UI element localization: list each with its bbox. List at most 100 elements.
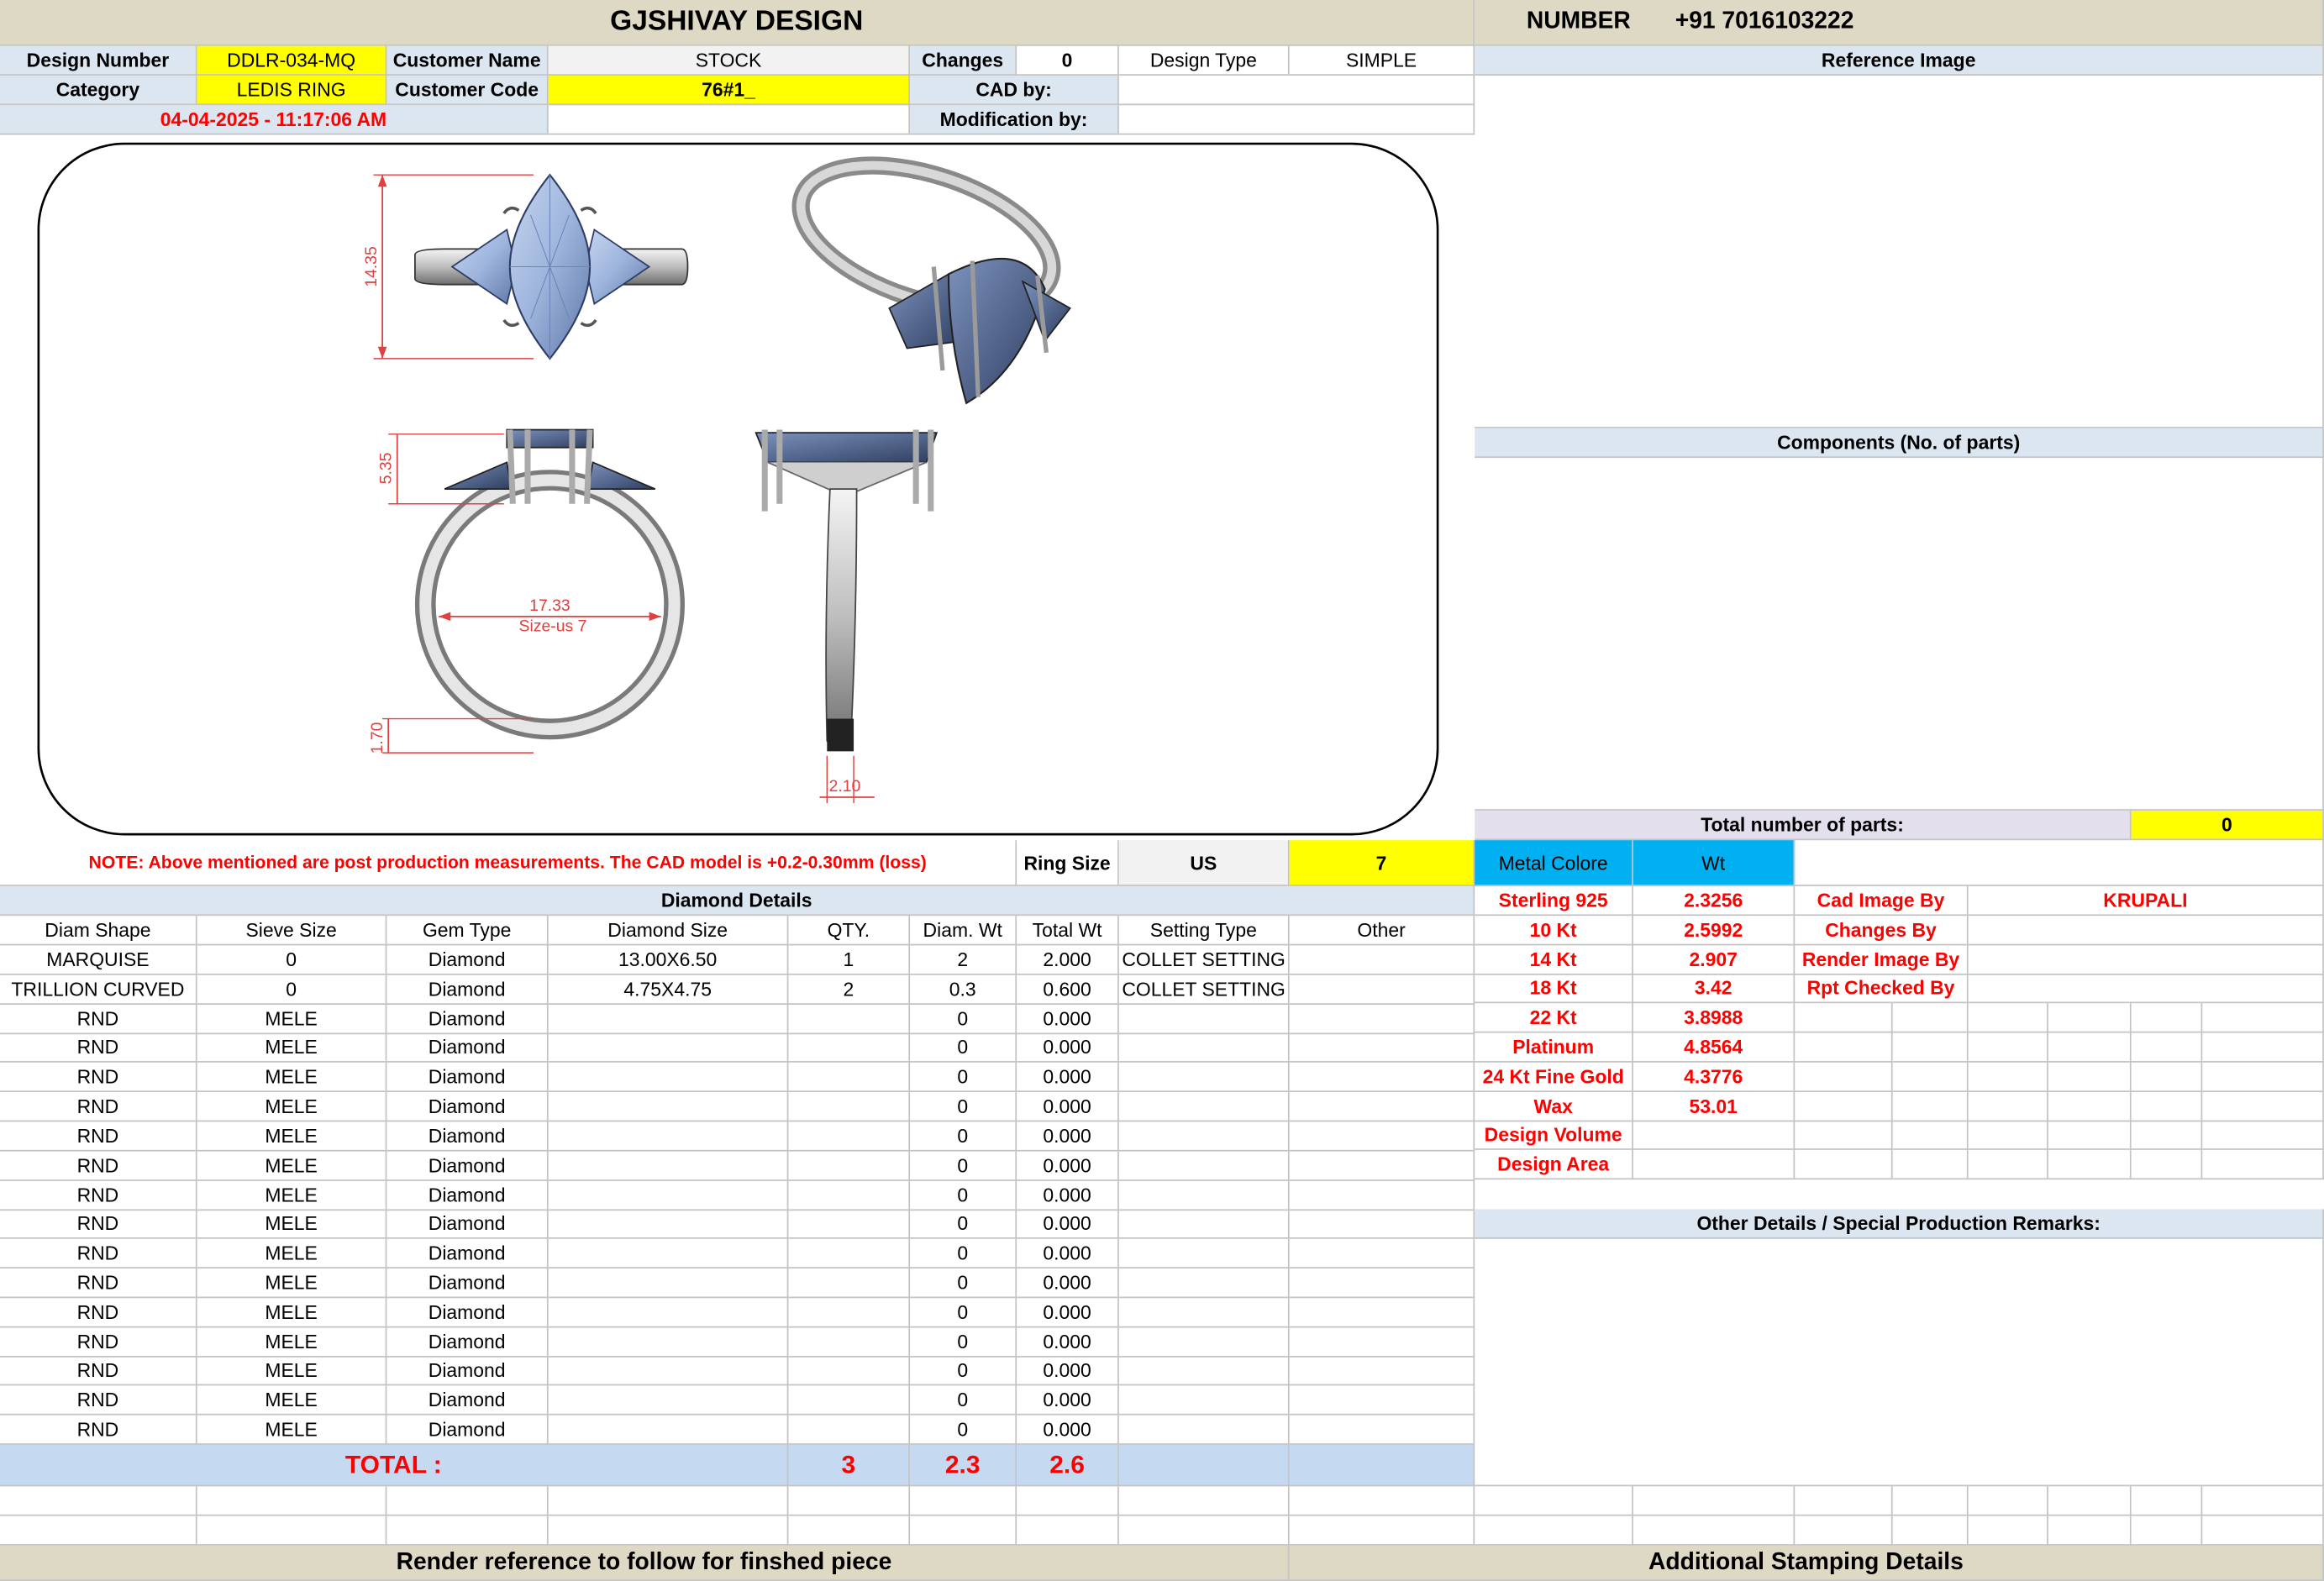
diam-wt-cell[interactable]: 0 <box>910 1239 1017 1269</box>
diamond-size-cell[interactable] <box>548 1415 789 1446</box>
blank-cell[interactable] <box>1118 1515 1290 1546</box>
blank-cell[interactable] <box>1795 1515 1893 1546</box>
blank-cell[interactable] <box>197 1486 387 1516</box>
sieve-size-cell[interactable]: MELE <box>197 1297 387 1328</box>
qty-cell[interactable] <box>788 1326 911 1358</box>
total-wt-cell[interactable]: 0.000 <box>1017 1326 1119 1358</box>
modification-value[interactable] <box>1118 105 1475 135</box>
diam-shape-cell[interactable]: RND <box>0 1092 197 1122</box>
other-cell[interactable] <box>1289 1415 1475 1446</box>
diamond-size-cell[interactable] <box>548 1239 789 1269</box>
setting-type-cell[interactable] <box>1118 1180 1290 1211</box>
metal-wt-cell[interactable]: 2.5992 <box>1633 915 1796 946</box>
diam-shape-cell[interactable]: MARQUISE <box>0 945 197 975</box>
gem-type-cell[interactable]: Diamond <box>386 974 549 1005</box>
blank-cell[interactable] <box>1633 1515 1796 1546</box>
design-number-value[interactable]: DDLR-034-MQ <box>197 45 387 76</box>
blank-cell[interactable] <box>2202 1515 2324 1546</box>
diam-shape-cell[interactable]: RND <box>0 1415 197 1446</box>
total-wt-cell[interactable]: 0.000 <box>1017 1356 1119 1387</box>
diam-shape-cell[interactable]: RND <box>0 1210 197 1240</box>
blank-cell[interactable] <box>1475 1486 1633 1516</box>
blank-cell[interactable] <box>1017 1486 1119 1516</box>
credit-value-cell[interactable] <box>1968 974 2324 1004</box>
diam-wt-cell[interactable]: 0 <box>910 1180 1017 1211</box>
total-wt-cell[interactable]: 0.000 <box>1017 1004 1119 1034</box>
qty-cell[interactable] <box>788 1268 911 1299</box>
gem-type-cell[interactable]: Diamond <box>386 1297 549 1328</box>
blank-cell[interactable] <box>1633 1486 1796 1516</box>
setting-type-cell[interactable] <box>1118 1268 1290 1299</box>
design-type-value[interactable]: SIMPLE <box>1289 45 1475 76</box>
metal-wt-cell[interactable]: 4.3776 <box>1633 1062 1796 1092</box>
other-cell[interactable] <box>1289 945 1475 975</box>
qty-cell[interactable] <box>788 1385 911 1416</box>
blank-cell[interactable] <box>1892 1515 1969 1546</box>
blank-cell[interactable] <box>2202 1486 2324 1516</box>
sieve-size-cell[interactable]: MELE <box>197 1268 387 1299</box>
other-details-box[interactable] <box>1475 1238 2324 1487</box>
total-wt-cell[interactable]: 0.000 <box>1017 1297 1119 1328</box>
sieve-size-cell[interactable]: MELE <box>197 1151 387 1181</box>
blank-cell[interactable] <box>788 1486 911 1516</box>
diam-wt-cell[interactable]: 0 <box>910 1121 1017 1152</box>
blank-cell[interactable] <box>386 1515 549 1546</box>
diam-shape-cell[interactable]: RND <box>0 1151 197 1181</box>
setting-type-cell[interactable] <box>1118 1239 1290 1269</box>
total-wt-cell[interactable]: 0.000 <box>1017 1180 1119 1211</box>
diamond-size-cell[interactable] <box>548 1092 789 1122</box>
gem-type-cell[interactable]: Diamond <box>386 1180 549 1211</box>
other-cell[interactable] <box>1289 1297 1475 1328</box>
gem-type-cell[interactable]: Diamond <box>386 1151 549 1181</box>
sieve-size-cell[interactable]: MELE <box>197 1210 387 1240</box>
diamond-size-cell[interactable]: 4.75X4.75 <box>548 974 789 1005</box>
diam-shape-cell[interactable]: RND <box>0 1004 197 1034</box>
gem-type-cell[interactable]: Diamond <box>386 1239 549 1269</box>
blank-cell[interactable] <box>197 1515 387 1546</box>
sieve-size-cell[interactable]: MELE <box>197 1385 387 1416</box>
total-wt-cell[interactable]: 0.000 <box>1017 1210 1119 1240</box>
gem-type-cell[interactable]: Diamond <box>386 1268 549 1299</box>
qty-cell[interactable] <box>788 1297 911 1328</box>
gem-type-cell[interactable]: Diamond <box>386 1385 549 1416</box>
diamond-size-cell[interactable] <box>548 1356 789 1387</box>
qty-cell[interactable] <box>788 1356 911 1387</box>
diamond-size-cell[interactable] <box>548 1210 789 1240</box>
gem-type-cell[interactable]: Diamond <box>386 1356 549 1387</box>
diam-wt-cell[interactable]: 0 <box>910 1356 1017 1387</box>
qty-cell[interactable] <box>788 1033 911 1064</box>
setting-type-cell[interactable] <box>1118 1210 1290 1240</box>
diam-shape-cell[interactable]: RND <box>0 1268 197 1299</box>
blank-cell[interactable] <box>2048 1515 2132 1546</box>
diam-shape-cell[interactable]: RND <box>0 1063 197 1093</box>
total-wt-cell[interactable]: 2.000 <box>1017 945 1119 975</box>
setting-type-cell[interactable] <box>1118 1385 1290 1416</box>
other-cell[interactable] <box>1289 1326 1475 1358</box>
blank-cell[interactable] <box>910 1486 1017 1516</box>
other-cell[interactable] <box>1289 1239 1475 1269</box>
blank-cell[interactable] <box>910 1515 1017 1546</box>
total-wt-cell[interactable]: 0.600 <box>1017 974 1119 1005</box>
diamond-size-cell[interactable] <box>548 1385 789 1416</box>
setting-type-cell[interactable] <box>1118 1092 1290 1122</box>
metal-wt-cell[interactable] <box>1633 1150 1796 1180</box>
total-parts-value[interactable]: 0 <box>2131 810 2324 841</box>
diam-shape-cell[interactable]: RND <box>0 1385 197 1416</box>
diamond-size-cell[interactable] <box>548 1033 789 1064</box>
sieve-size-cell[interactable]: MELE <box>197 1356 387 1387</box>
qty-cell[interactable] <box>788 1210 911 1240</box>
diam-wt-cell[interactable]: 0.3 <box>910 974 1017 1005</box>
sieve-size-cell[interactable]: MELE <box>197 1092 387 1122</box>
total-wt-cell[interactable]: 0.000 <box>1017 1121 1119 1152</box>
blank-cell[interactable] <box>386 1486 549 1516</box>
category-value[interactable]: LEDIS RING <box>197 75 387 106</box>
qty-cell[interactable]: 1 <box>788 945 911 975</box>
other-cell[interactable] <box>1289 1004 1475 1034</box>
setting-type-cell[interactable] <box>1118 1151 1290 1181</box>
blank-cell[interactable] <box>0 1515 197 1546</box>
diam-wt-cell[interactable]: 0 <box>910 1151 1017 1181</box>
sieve-size-cell[interactable]: MELE <box>197 1180 387 1211</box>
diam-shape-cell[interactable]: RND <box>0 1033 197 1064</box>
diamond-size-cell[interactable] <box>548 1063 789 1093</box>
other-cell[interactable] <box>1289 1385 1475 1416</box>
